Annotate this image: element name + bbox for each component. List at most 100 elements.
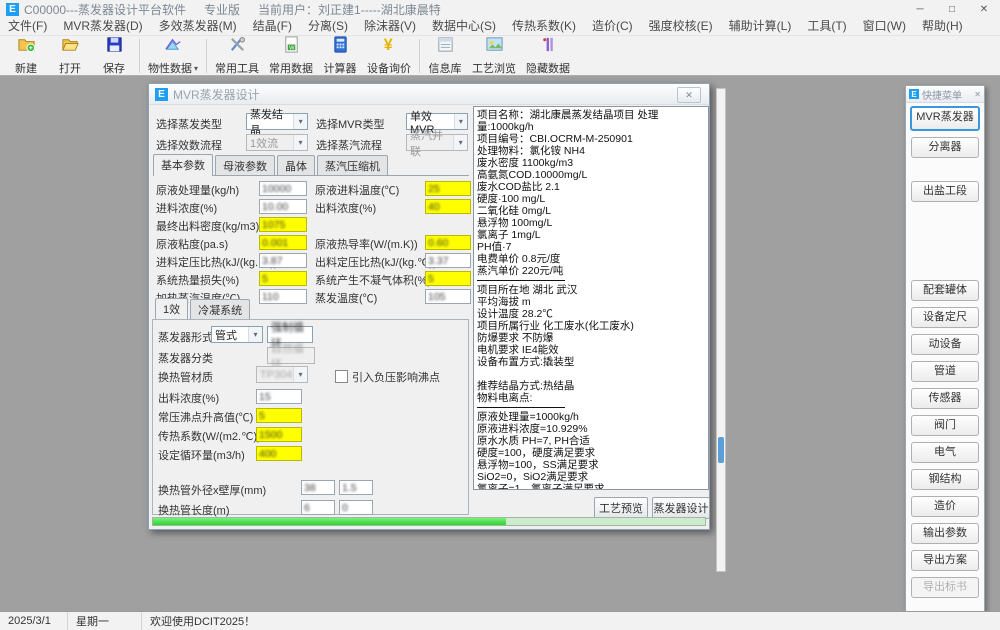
toolbar-common-data-button[interactable]: W常用数据 [264, 37, 318, 75]
effect-tabs: 1效冷凝系统 [155, 300, 465, 319]
menu-item-9[interactable]: 强度校核(E) [641, 18, 721, 35]
field-input[interactable]: 40 [425, 199, 471, 214]
quick-menu-button-出盐工段[interactable]: 出盐工段 [911, 181, 979, 202]
tube-length2-input[interactable]: 0 [339, 500, 373, 515]
toolbar-calculator-button[interactable]: 计算器 [318, 37, 362, 75]
menu-item-7[interactable]: 传热系数(K) [504, 18, 584, 35]
toolbar-tools-button[interactable]: 常用工具 [210, 37, 264, 75]
evaporator-class-select[interactable]: 自然循环 [267, 347, 315, 364]
field-input[interactable]: 1075 [259, 217, 307, 232]
toolbar-info-lib-button[interactable]: 信息库 [423, 37, 467, 75]
parameter-fields: 原液处理量(kg/h)10000原液进料温度(℃)25进料浓度(%)10.00出… [149, 180, 471, 306]
field-input[interactable]: 5 [259, 271, 307, 286]
quick-menu-button-电气[interactable]: 电气 [911, 442, 979, 463]
field-input[interactable]: 15 [256, 389, 302, 404]
quick-menu-button-钢结构[interactable]: 钢结构 [911, 469, 979, 490]
menu-item-8[interactable]: 造价(C) [584, 18, 641, 35]
tube-material-select[interactable]: TP304▾ [256, 366, 308, 383]
quick-menu-button-阀门[interactable]: 阀门 [911, 415, 979, 436]
window-title: C00000---蒸发器设计平台软件 [24, 1, 186, 18]
menu-item-12[interactable]: 窗口(W) [855, 18, 914, 35]
quick-menu-button-导出标书[interactable]: 导出标书 [911, 577, 979, 598]
menu-item-0[interactable]: 文件(F) [0, 18, 55, 35]
field-row: 最终出料密度(kg/m3)1075 [149, 216, 471, 234]
field-input[interactable]: 1500 [256, 427, 302, 442]
field-input[interactable]: 0.001 [259, 235, 307, 250]
info-line: 原液进料浓度=10.929% [477, 423, 705, 435]
hide-data-icon [539, 35, 558, 59]
new-file-icon [17, 35, 36, 59]
evaporator-design-button[interactable]: 蒸发器设计 [652, 497, 710, 519]
workspace-scrollbar[interactable] [716, 88, 726, 572]
field-input[interactable]: 0.60 [425, 235, 471, 250]
minimize-button[interactable]: ─ [904, 0, 936, 18]
chevron-down-icon: ▾ [293, 135, 307, 150]
quick-menu-button-MVR蒸发器[interactable]: MVR蒸发器 [910, 106, 980, 131]
quick-menu-close-button[interactable]: ✕ [974, 90, 981, 99]
tube-thickness-input[interactable]: 1.5 [339, 480, 373, 495]
toolbar-save-floppy-button[interactable]: 保存 [92, 37, 136, 75]
param-tab-0[interactable]: 基本参数 [153, 154, 213, 176]
menu-item-10[interactable]: 辅助计算(L) [721, 18, 800, 35]
toolbar-new-file-button[interactable]: 新建 [4, 37, 48, 75]
menu-item-6[interactable]: 数据中心(S) [424, 18, 504, 35]
menu-item-2[interactable]: 多效蒸发器(M) [151, 18, 245, 35]
toolbar-material-data-button[interactable]: 物性数据▾ [143, 37, 203, 75]
quick-menu-button-管道[interactable]: 管道 [911, 361, 979, 382]
info-line: 硬度·100 mg/L [477, 193, 705, 205]
field-input[interactable]: 400 [256, 446, 302, 461]
menu-item-13[interactable]: 帮助(H) [914, 18, 971, 35]
quick-menu-button-传感器[interactable]: 传感器 [911, 388, 979, 409]
quick-menu-button-设备定尺[interactable]: 设备定尺 [911, 307, 979, 328]
toolbar-hide-data-button[interactable]: 隐藏数据 [521, 37, 575, 75]
dialog-close-button[interactable]: ✕ [677, 87, 701, 103]
field-input[interactable]: 25 [425, 181, 471, 196]
toolbar-process-view-button[interactable]: 工艺浏览 [467, 37, 521, 75]
toolbar-price-button[interactable]: ¥设备询价 [362, 37, 416, 75]
steam-flow-select[interactable]: 蒸汽并联▾ [406, 134, 468, 151]
quick-menu-button-造价[interactable]: 造价 [911, 496, 979, 517]
close-button[interactable]: ✕ [968, 0, 1000, 18]
quick-menu-button-导出方案[interactable]: 导出方案 [911, 550, 979, 571]
effect-tab-0[interactable]: 1效 [155, 298, 188, 320]
maximize-button[interactable]: □ [936, 0, 968, 18]
field-input[interactable]: 5 [425, 271, 471, 286]
param-tab-1[interactable]: 母液参数 [215, 155, 275, 175]
info-line: 电机要求 IE4能效 [477, 344, 705, 356]
menu-item-3[interactable]: 结晶(F) [245, 18, 300, 35]
quick-menu-title-bar: E 快捷菜单 ✕ [906, 86, 984, 103]
field-label: 系统热量损失(%) [156, 272, 239, 288]
menu-item-1[interactable]: MVR蒸发器(D) [55, 18, 150, 35]
field-label: 系统产生不凝气体积(%) [315, 272, 431, 288]
field-input[interactable]: 10.00 [259, 199, 307, 214]
menu-item-5[interactable]: 除沫器(V) [356, 18, 424, 35]
chevron-down-icon: ▾ [293, 114, 307, 129]
effect-tab-1[interactable]: 冷凝系统 [190, 299, 250, 319]
field-input[interactable]: 10000 [259, 181, 307, 196]
field-input[interactable]: 5 [256, 408, 302, 423]
quick-menu-button-配套罐体[interactable]: 配套罐体 [911, 280, 979, 301]
field-input[interactable]: 3.87 [259, 253, 307, 268]
quick-menu-button-输出参数[interactable]: 输出参数 [911, 523, 979, 544]
evaporator-form-select[interactable]: 管式▾ [211, 326, 263, 343]
param-tab-2[interactable]: 晶体 [277, 155, 315, 175]
scrollbar-thumb[interactable] [718, 437, 724, 463]
info-line: 防爆要求 不防爆 [477, 332, 705, 344]
quick-menu-button-动设备[interactable]: 动设备 [911, 334, 979, 355]
menu-item-4[interactable]: 分离(S) [300, 18, 356, 35]
tube-od-input[interactable]: 38 [301, 480, 335, 495]
effect-flow-select[interactable]: 1效流▾ [246, 134, 308, 151]
tube-length-input[interactable]: 6 [301, 500, 335, 515]
vacuum-boiling-checkbox[interactable]: 引入负压影响沸点 [335, 369, 440, 385]
toolbar-open-folder-button[interactable]: 打开 [48, 37, 92, 75]
info-line: 原液处理量=1000kg/h [477, 411, 705, 423]
quick-menu-button-分离器[interactable]: 分离器 [911, 137, 979, 158]
field-input[interactable]: 3.37 [425, 253, 471, 268]
info-line: 高氨氮COD.10000mg/L [477, 169, 705, 181]
process-preview-button[interactable]: 工艺预览 [594, 497, 648, 519]
param-tab-3[interactable]: 蒸汽压缩机 [317, 155, 388, 175]
menu-item-11[interactable]: 工具(T) [799, 18, 854, 35]
evap-type-select[interactable]: 蒸发结晶▾ [246, 113, 308, 130]
info-line: 推荐结晶方式:热结晶 [477, 380, 705, 392]
checkbox-icon[interactable] [335, 370, 348, 383]
